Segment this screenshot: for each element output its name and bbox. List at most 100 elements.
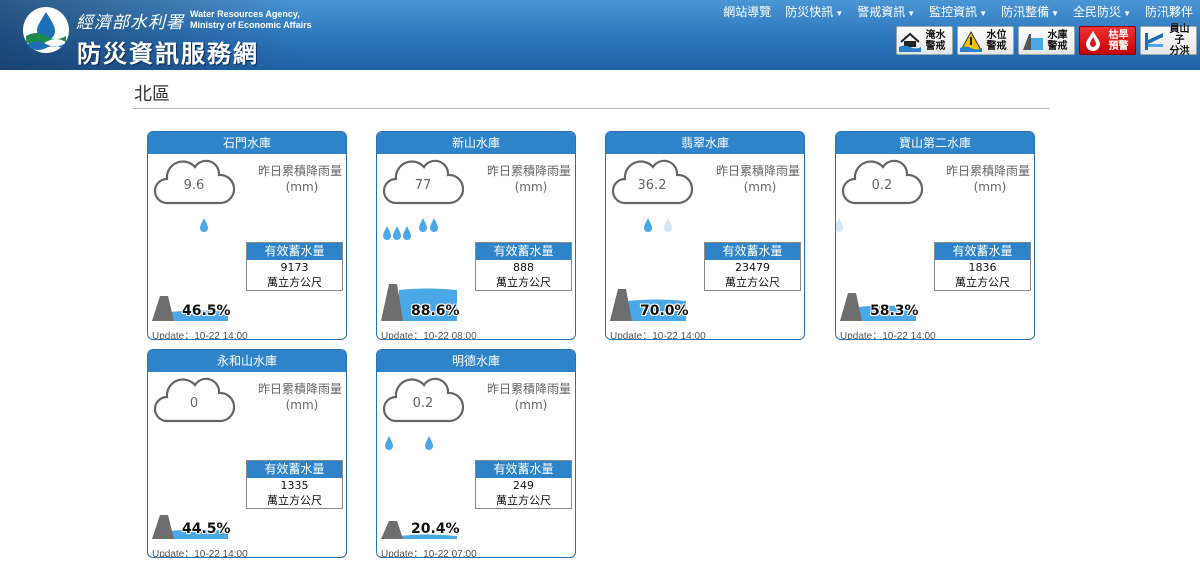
reservoir-card[interactable]: 新山水庫 77 昨日累積降雨量 (mm) 有效蓄水量 888 萬立方公尺 88.… [376, 131, 576, 340]
water-agency-logo-icon[interactable] [22, 6, 70, 54]
reservoir-name[interactable]: 新山水庫 [377, 132, 575, 154]
diversion-icon [1145, 32, 1163, 50]
rain-drops-icon [148, 430, 258, 460]
rain-drop-icon [836, 218, 843, 232]
reservoir-name[interactable]: 石門水庫 [148, 132, 346, 154]
top-navigation: 網站導覽 防災快訊 ▼ 警戒資訊 ▼ 監控資訊 ▼ 防汛整備 ▼ 全民防災 ▼ 防汛夥伴 [716, 3, 1200, 20]
storage-label: 有效蓄水量 [476, 243, 571, 260]
rain-drop-icon [393, 226, 401, 240]
rainfall-unit: (mm) [514, 180, 548, 194]
rainfall-unit: (mm) [743, 180, 777, 194]
nav-item-6[interactable]: 防汛夥伴 [1138, 3, 1200, 20]
rain-drops-icon [836, 218, 843, 232]
caret-down-icon: ▼ [1123, 9, 1131, 18]
alert-label-line1: 員山子 [1169, 24, 1190, 46]
caret-down-icon: ▼ [835, 9, 844, 18]
nav-item-5[interactable]: 全民防災 ▼ [1066, 3, 1138, 20]
water-level-icon [960, 30, 982, 52]
update-time: Update：10-22 07:00 [381, 549, 477, 558]
rainfall-label-text: 昨日累積降雨量 [945, 164, 1030, 178]
alert-label-line1: 淹水 [925, 29, 946, 41]
storage-box: 有效蓄水量 1335 萬立方公尺 [246, 460, 343, 509]
reservoir-name[interactable]: 翡翠水庫 [606, 132, 804, 154]
nav-item-2[interactable]: 警戒資訊 ▼ [850, 3, 922, 20]
nav-item-label: 全民防災 [1073, 5, 1122, 19]
rainfall-unit: (mm) [285, 398, 319, 412]
rain-drop-icon [383, 226, 391, 240]
site-title[interactable]: 防災資訊服務網 [77, 34, 259, 69]
alert-button-0[interactable]: 淹水 警戒 [896, 26, 953, 55]
nav-item-4[interactable]: 防汛整備 ▼ [994, 3, 1066, 20]
dam-wall [840, 293, 862, 321]
reservoir-card[interactable]: 永和山水庫 0 昨日累積降雨量 (mm) 有效蓄水量 1335 萬立方公尺 44… [147, 349, 347, 558]
rainfall-label-text: 昨日累積降雨量 [486, 164, 571, 178]
storage-unit: 萬立方公尺 [267, 494, 322, 507]
storage-label: 有效蓄水量 [705, 243, 800, 260]
alert-button-4[interactable]: 員山子 分洪 [1140, 24, 1197, 57]
alert-button-1[interactable]: 水位 警戒 [957, 26, 1014, 55]
rainfall-value: 0.2 [871, 178, 893, 193]
alert-button-label: 水庫 警戒 [1043, 30, 1072, 52]
storage-label: 有效蓄水量 [247, 461, 342, 478]
nav-item-3[interactable]: 監控資訊 ▼ [922, 3, 994, 20]
rainfall-label: 昨日累積降雨量 (mm) [232, 163, 342, 195]
update-time: Update：10-22 14:00 [840, 331, 936, 340]
reservoir-card[interactable]: 石門水庫 9.6 昨日累積降雨量 (mm) 有效蓄水量 9173 萬立方公尺 4… [147, 131, 347, 340]
update-time: Update：10-22 14:00 [610, 331, 706, 340]
storage-percent: 58.3% [870, 303, 919, 319]
storage-label: 有效蓄水量 [247, 243, 342, 260]
alert-label-line1: 枯旱 [1108, 29, 1129, 41]
rainfall-unit: (mm) [973, 180, 1007, 194]
rainfall-label-text: 昨日累積降雨量 [486, 382, 571, 396]
rainfall-value: 0 [189, 396, 199, 411]
rainfall-value: 9.6 [183, 178, 205, 193]
nav-item-0[interactable]: 網站導覽 [716, 3, 778, 20]
alert-button-2[interactable]: 水庫 警戒 [1018, 26, 1075, 55]
rainfall-label-text: 昨日累積降雨量 [257, 164, 342, 178]
dam-wall [610, 289, 632, 321]
rain-drop-icon [419, 218, 427, 232]
storage-percent: 88.6% [411, 303, 460, 319]
rain-drop-icon [430, 218, 438, 232]
nav-item-label: 防汛整備 [1001, 5, 1050, 19]
alert-button-3[interactable]: 枯旱 預警 [1079, 26, 1136, 55]
storage-percent: 70.0% [640, 303, 689, 319]
alert-label-line1: 水庫 [1047, 29, 1068, 41]
update-time: Update：10-22 14:00 [152, 331, 248, 340]
storage-value: 1836 [968, 261, 997, 274]
caret-down-icon: ▼ [979, 9, 988, 18]
nav-item-label: 防汛夥伴 [1144, 5, 1193, 19]
rain-drop-icon [385, 436, 393, 450]
alert-label-line2: 預警 [1108, 40, 1129, 52]
flood-icon [899, 32, 921, 52]
dam-wall [152, 296, 174, 321]
storage-value: 888 [513, 261, 534, 274]
rainfall-label-text: 昨日累積降雨量 [715, 164, 800, 178]
region-title: 北區 [134, 84, 170, 105]
caret-down-icon: ▼ [1051, 9, 1060, 18]
agency-en-line2: Ministry of Economic Affairs [190, 20, 312, 30]
storage-box: 有效蓄水量 888 萬立方公尺 [475, 242, 572, 291]
storage-value: 249 [513, 479, 534, 492]
storage-unit: 萬立方公尺 [496, 276, 551, 289]
reservoir-name[interactable]: 永和山水庫 [148, 350, 346, 372]
rainfall-label: 昨日累積降雨量 (mm) [461, 163, 571, 195]
alert-button-label: 淹水 警戒 [921, 30, 950, 52]
rain-drop-icon [664, 218, 672, 232]
alert-label-line2: 分洪 [1169, 46, 1190, 57]
rain-drops-icon [383, 218, 438, 240]
reservoir-name[interactable]: 明德水庫 [377, 350, 575, 372]
reservoir-card[interactable]: 寶山第二水庫 0.2 昨日累積降雨量 (mm) 有效蓄水量 1836 萬立方公尺… [835, 131, 1035, 340]
reservoir-card[interactable]: 翡翠水庫 36.2 昨日累積降雨量 (mm) 有效蓄水量 23479 萬立方公尺… [605, 131, 805, 340]
reservoir-name[interactable]: 寶山第二水庫 [836, 132, 1034, 154]
region-divider [133, 108, 1050, 109]
rain-drops-icon [644, 218, 672, 232]
nav-item-1[interactable]: 防災快訊 ▼ [778, 3, 850, 20]
alert-button-label: 水位 警戒 [982, 30, 1011, 52]
rainfall-label-text: 昨日累積降雨量 [257, 382, 342, 396]
alert-buttons: 淹水 警戒 水位 警戒 水庫 警戒 枯旱 預警 員山子 分洪 [896, 24, 1197, 57]
agency-english-name: Water Resources Agency, Ministry of Econ… [190, 9, 312, 31]
storage-percent: 20.4% [411, 521, 460, 537]
reservoir-card[interactable]: 明德水庫 0.2 昨日累積降雨量 (mm) 有效蓄水量 249 萬立方公尺 20… [376, 349, 576, 558]
alert-label-line1: 水位 [986, 29, 1007, 41]
